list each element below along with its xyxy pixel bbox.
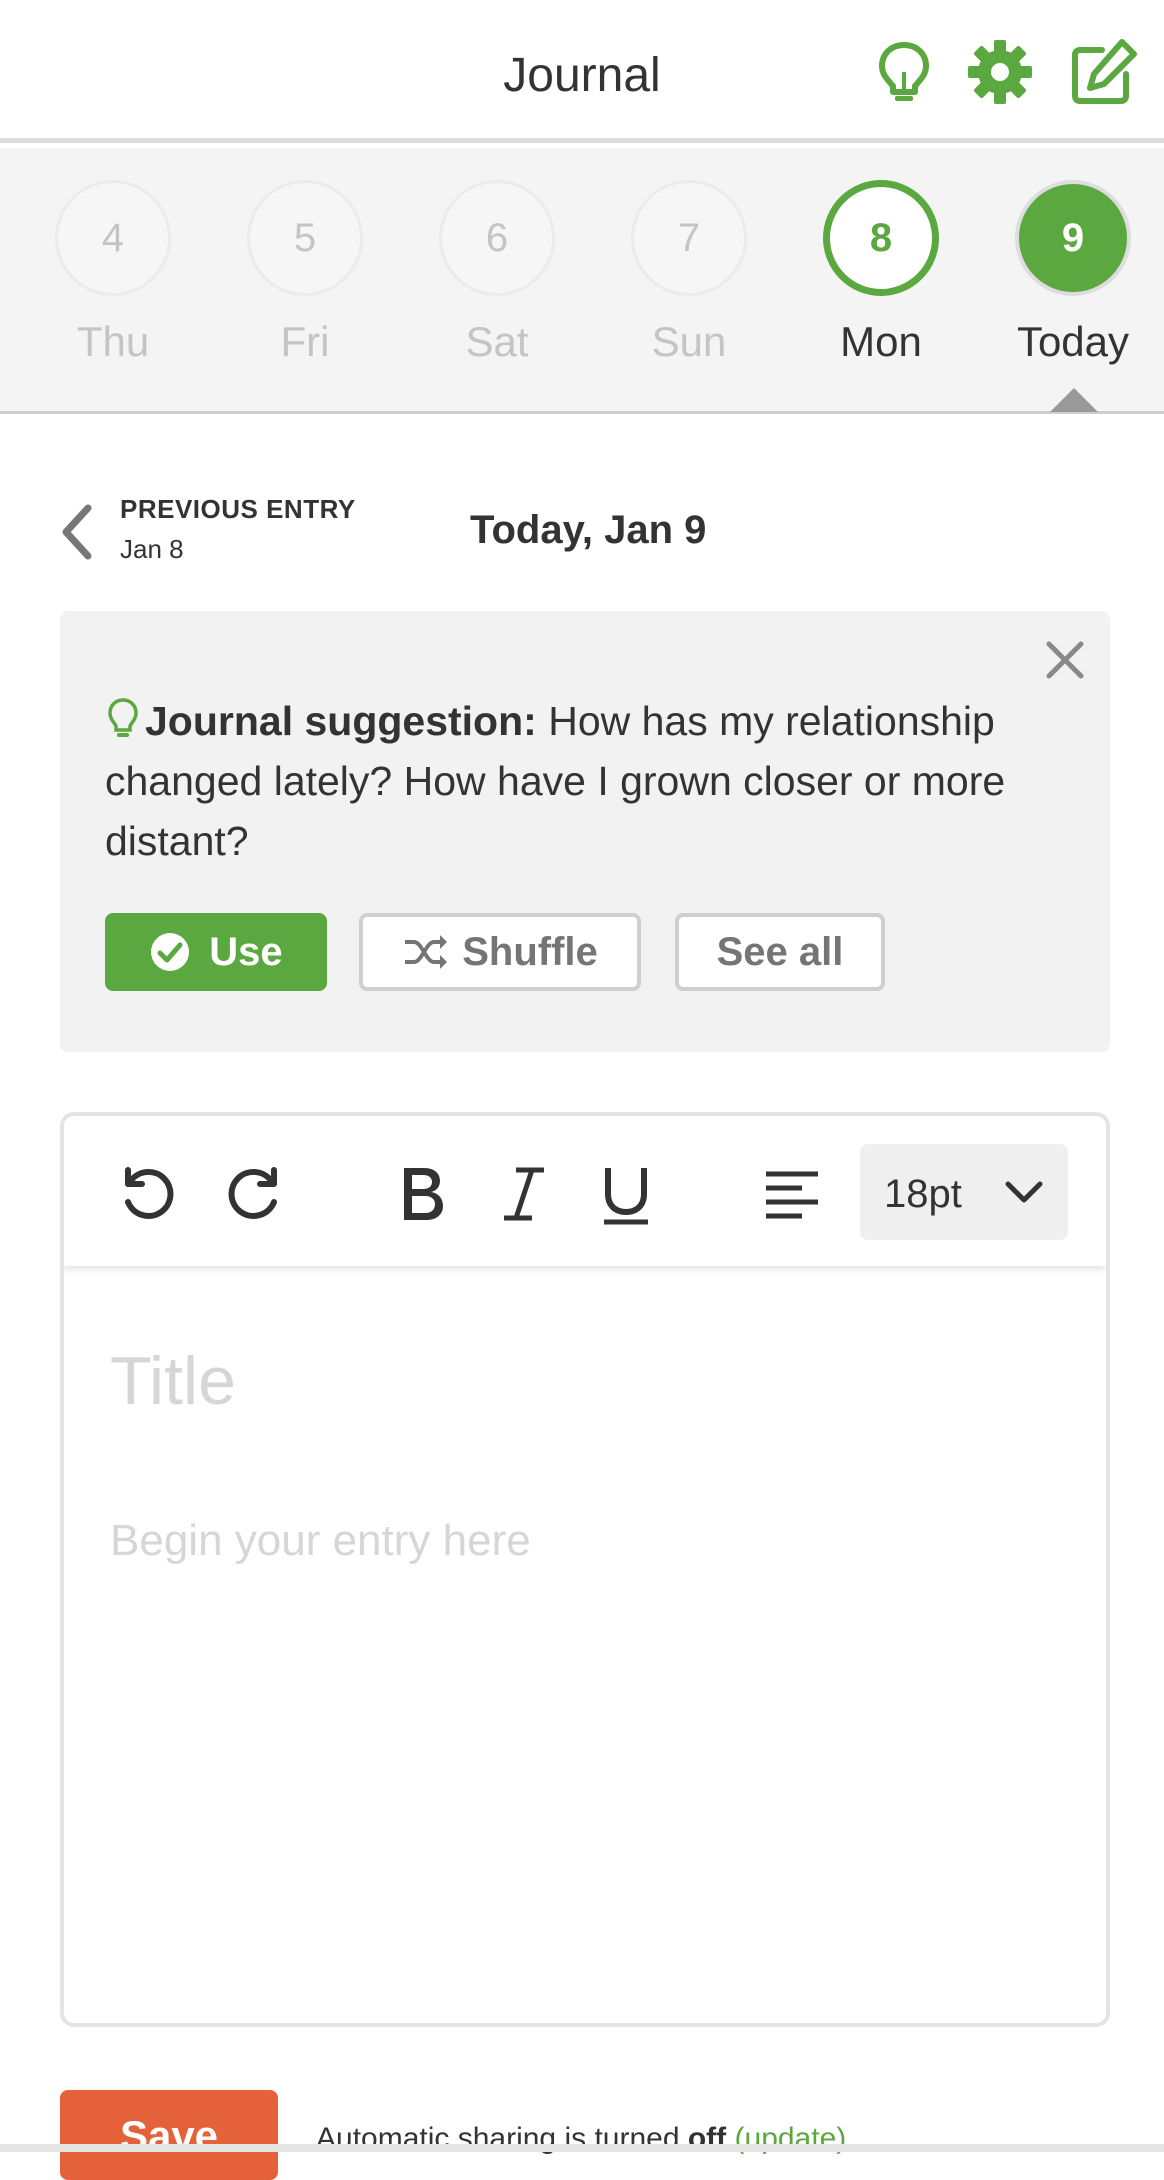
day-label: Sun bbox=[651, 318, 727, 365]
close-icon[interactable] bbox=[1041, 636, 1089, 684]
suggestion-heading: Journal suggestion: bbox=[145, 698, 537, 744]
suggestion-text: Journal suggestion: How has my relations… bbox=[105, 691, 1065, 871]
see-all-button[interactable]: See all bbox=[675, 913, 885, 991]
day-number: 6 bbox=[439, 180, 555, 296]
bottom-bar bbox=[0, 2144, 1164, 2152]
use-button[interactable]: Use bbox=[105, 913, 327, 991]
shuffle-button[interactable]: Shuffle bbox=[359, 913, 641, 991]
bold-icon[interactable] bbox=[390, 1162, 454, 1226]
journal-suggestion-card: Journal suggestion: How has my relations… bbox=[60, 611, 1110, 1052]
chevron-left-icon bbox=[62, 504, 92, 560]
italic-icon[interactable] bbox=[492, 1162, 556, 1226]
check-circle-icon bbox=[151, 933, 190, 971]
undo-icon[interactable] bbox=[116, 1162, 180, 1226]
shuffle-button-label: Shuffle bbox=[462, 929, 598, 974]
day-number: 5 bbox=[247, 180, 363, 296]
day-number: 8 bbox=[823, 180, 939, 296]
underline-icon[interactable] bbox=[594, 1162, 658, 1226]
selected-day-caret bbox=[1050, 388, 1098, 412]
app-header: Journal bbox=[0, 0, 1164, 143]
day-number: 4 bbox=[55, 180, 171, 296]
day-label: Mon bbox=[840, 318, 922, 365]
day-today[interactable]: 9 Today bbox=[1013, 180, 1133, 380]
use-button-label: Use bbox=[209, 929, 283, 974]
edit-icon[interactable] bbox=[1068, 36, 1140, 108]
day-label: Today bbox=[1016, 318, 1130, 365]
lightbulb-icon[interactable] bbox=[868, 36, 940, 108]
entry-title-input[interactable] bbox=[110, 1336, 1060, 1426]
day-mon[interactable]: 8 Mon bbox=[821, 180, 941, 380]
day-label: Sat bbox=[465, 318, 529, 365]
editor-toolbar: 18pt bbox=[64, 1116, 1106, 1266]
day-number: 7 bbox=[631, 180, 747, 296]
day-number: 9 bbox=[1015, 180, 1131, 296]
day-label: Fri bbox=[280, 318, 330, 365]
redo-icon[interactable] bbox=[222, 1162, 286, 1226]
current-entry-date: Today, Jan 9 bbox=[470, 508, 707, 552]
entry-editor: 18pt bbox=[60, 1112, 1110, 2027]
gear-icon[interactable] bbox=[964, 36, 1036, 108]
chevron-down-icon bbox=[1005, 1181, 1043, 1203]
day-fri[interactable]: 5 Fri bbox=[245, 180, 365, 380]
font-size-value: 18pt bbox=[884, 1172, 962, 1216]
day-label: Thu bbox=[76, 318, 150, 365]
previous-entry-date: Jan 8 bbox=[120, 534, 184, 564]
shuffle-icon bbox=[405, 935, 448, 969]
day-selector: 4 Thu 5 Fri 6 Sat 7 Sun 8 Mon 9 Today bbox=[0, 148, 1164, 414]
previous-entry-link[interactable]: PREVIOUS ENTRY Jan 8 bbox=[58, 492, 378, 572]
lightbulb-icon bbox=[108, 698, 138, 737]
day-sat[interactable]: 6 Sat bbox=[437, 180, 557, 380]
day-thu[interactable]: 4 Thu bbox=[53, 180, 173, 380]
align-left-icon[interactable] bbox=[760, 1162, 824, 1226]
previous-entry-label: PREVIOUS ENTRY bbox=[120, 494, 356, 524]
day-sun[interactable]: 7 Sun bbox=[629, 180, 749, 380]
see-all-button-label: See all bbox=[716, 929, 844, 974]
font-size-select[interactable]: 18pt bbox=[860, 1144, 1068, 1240]
save-button[interactable]: Save bbox=[60, 2090, 278, 2180]
entry-body-input[interactable] bbox=[110, 1516, 1060, 1976]
